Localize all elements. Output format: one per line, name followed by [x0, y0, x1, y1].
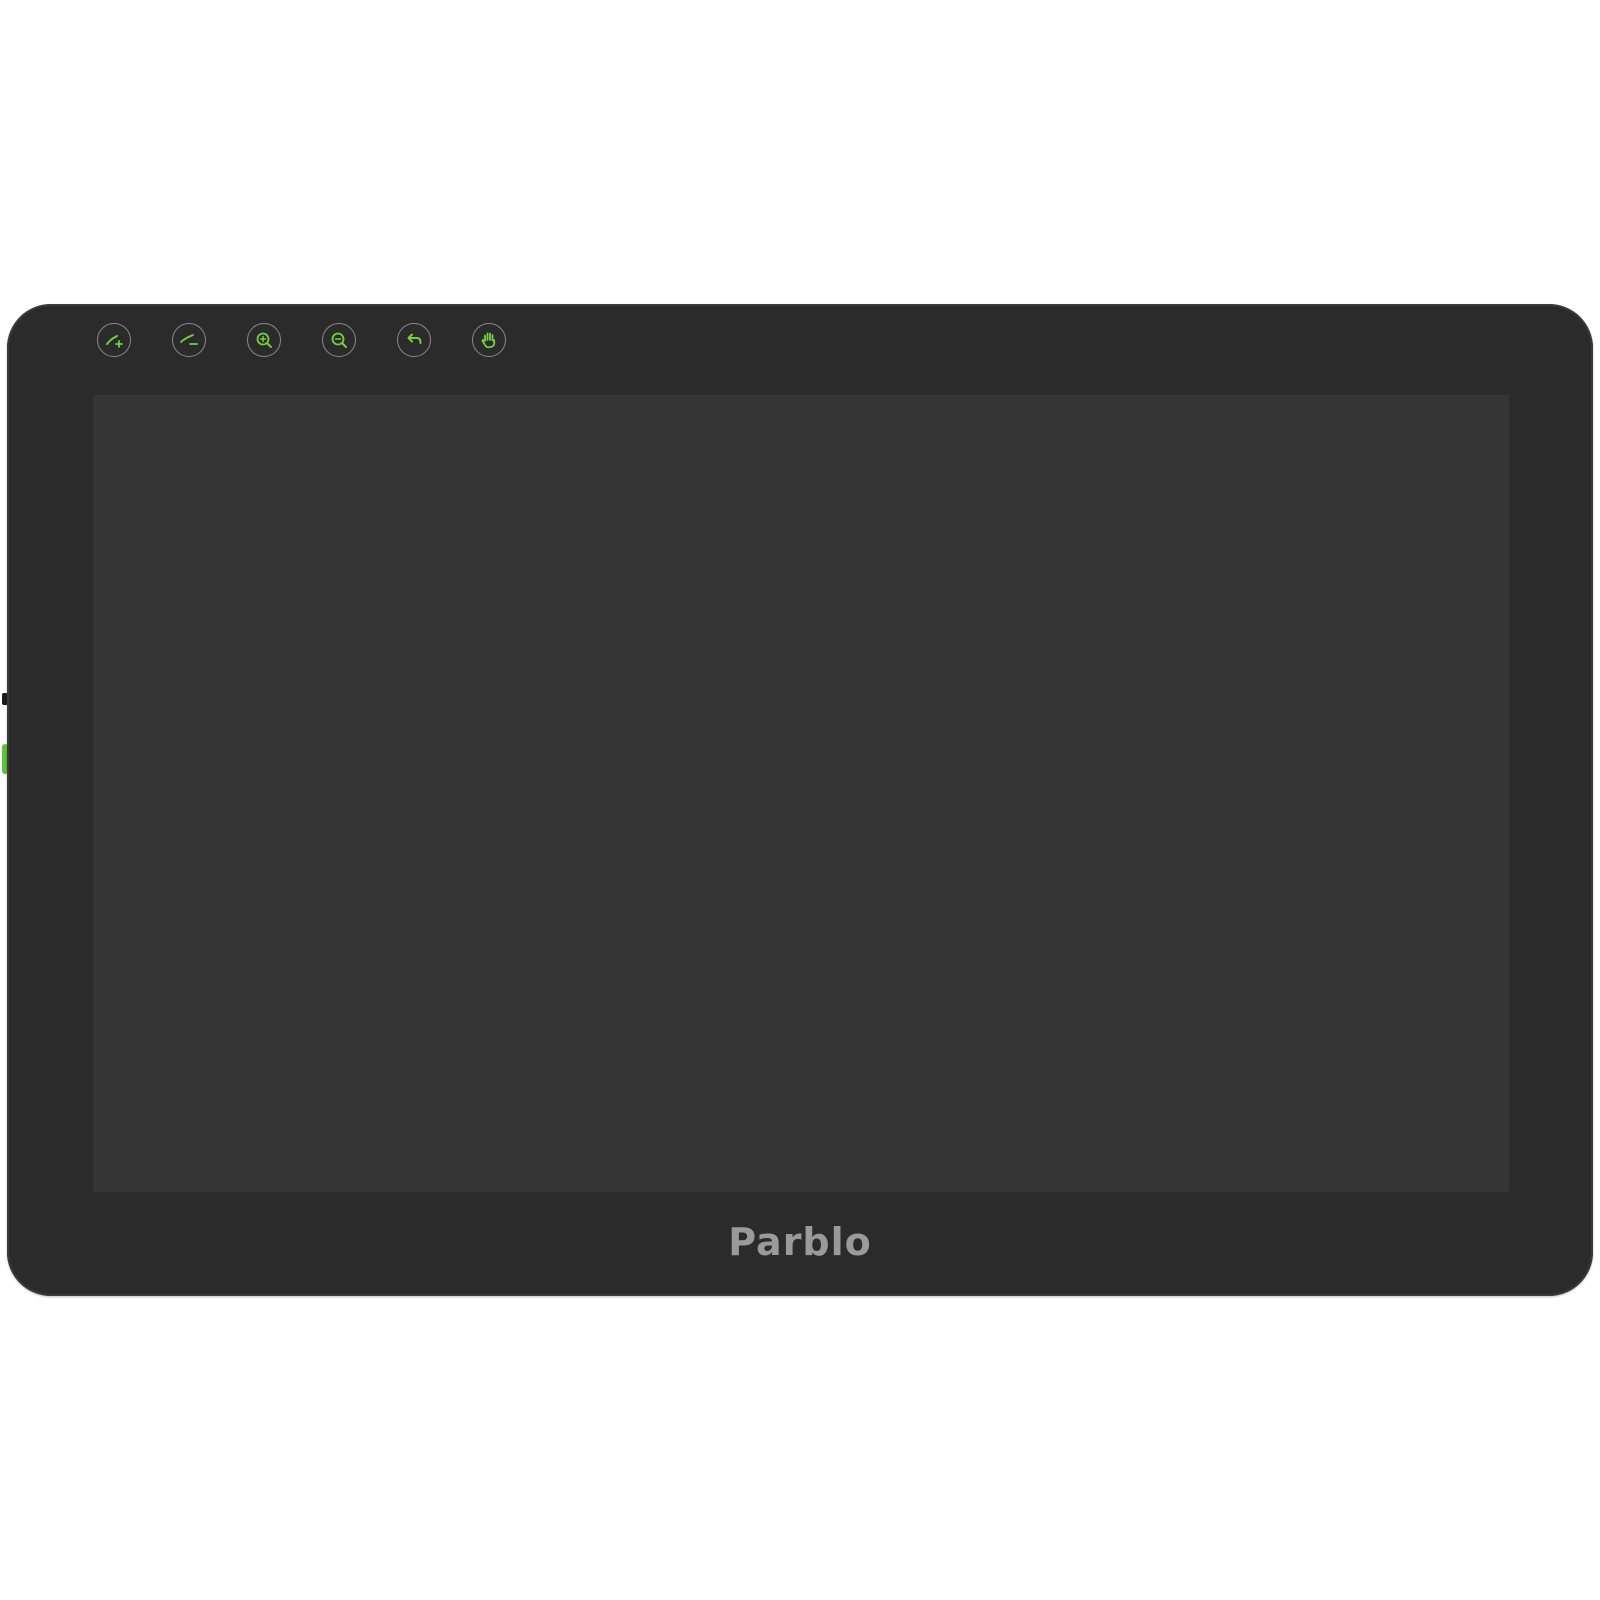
zoom-out-button[interactable] — [322, 323, 356, 357]
pen-display-tablet: Parblo — [7, 304, 1593, 1296]
undo-icon — [407, 333, 422, 344]
undo-button[interactable] — [397, 323, 431, 357]
hand-pan-icon — [481, 332, 496, 349]
zoom-out-icon — [331, 332, 347, 348]
brush-size-decrease-icon — [180, 334, 198, 345]
zoom-in-button[interactable] — [247, 323, 281, 357]
display-screen[interactable] — [93, 395, 1509, 1192]
brush-size-increase-icon — [106, 335, 123, 348]
brush-size-increase-button[interactable] — [97, 323, 131, 357]
brush-size-decrease-button[interactable] — [172, 323, 206, 357]
product-image: Parblo — [0, 0, 1600, 1600]
brand-logo: Parblo — [728, 1220, 872, 1264]
zoom-in-icon — [256, 332, 272, 348]
hand-pan-button[interactable] — [472, 323, 506, 357]
